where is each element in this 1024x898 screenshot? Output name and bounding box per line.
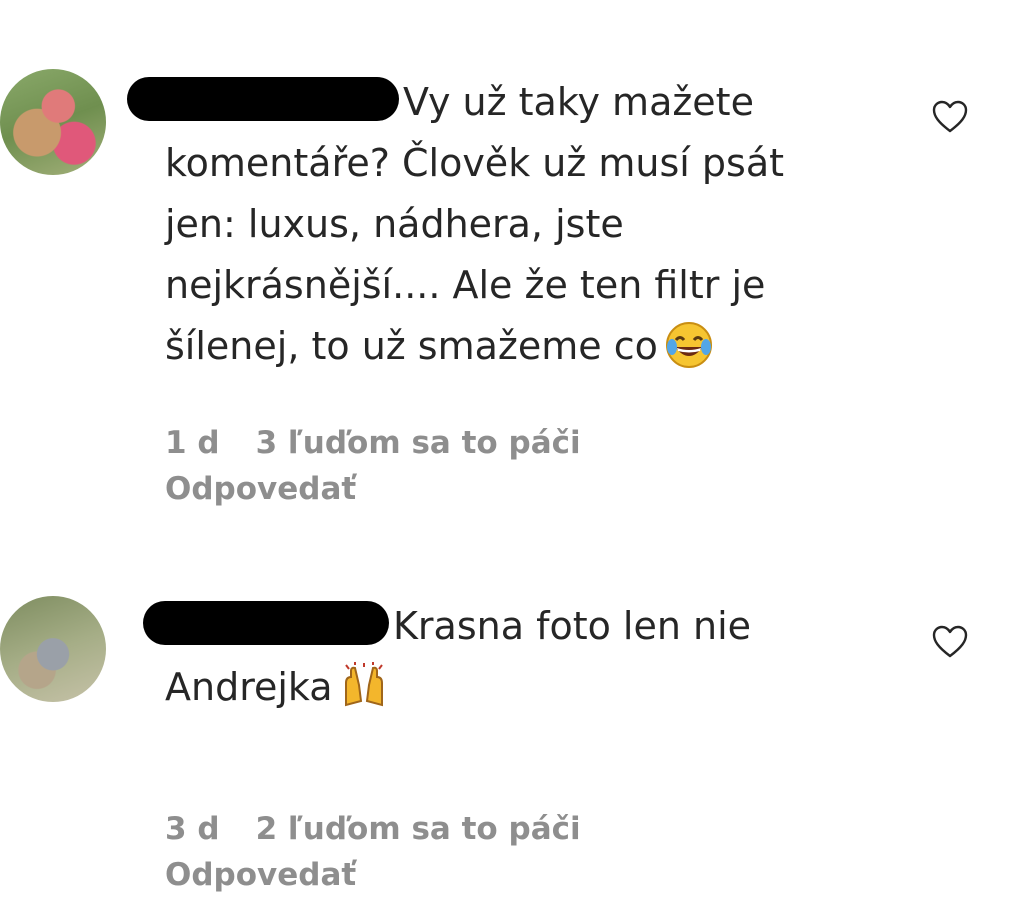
heart-outline-icon[interactable] bbox=[930, 97, 970, 137]
comment-text: Vy už taky mažete komentáře? Člověk už m… bbox=[127, 72, 865, 377]
heart-outline-icon[interactable] bbox=[930, 622, 970, 662]
redacted-username bbox=[127, 76, 399, 121]
comment-meta: 3 d 2 ľuďom sa to páči Odpovedať bbox=[165, 806, 581, 898]
face-with-tears-of-joy-icon bbox=[664, 320, 714, 370]
like-count[interactable]: 3 ľuďom sa to páči bbox=[256, 425, 581, 461]
avatar[interactable] bbox=[0, 596, 106, 702]
comment-time[interactable]: 3 d bbox=[165, 811, 220, 847]
avatar[interactable] bbox=[0, 69, 106, 175]
redacted-username bbox=[143, 600, 389, 645]
comment-body: Krasna foto len nie Andrejka 3 d 2 ľuďom … bbox=[143, 596, 865, 893]
like-count[interactable]: 2 ľuďom sa to páči bbox=[256, 811, 581, 847]
comment: Krasna foto len nie Andrejka 3 d 2 ľuďom … bbox=[0, 560, 1024, 893]
reply-button[interactable]: Odpovedať bbox=[165, 466, 581, 512]
comment-body: Vy už taky mažete komentáře? Člověk už m… bbox=[127, 72, 865, 507]
comment: Vy už taky mažete komentáře? Člověk už m… bbox=[0, 0, 1024, 560]
reply-button[interactable]: Odpovedať bbox=[165, 852, 581, 898]
comment-text: Krasna foto len nie Andrejka bbox=[143, 596, 865, 718]
comment-meta: 1 d 3 ľuďom sa to páči Odpovedať bbox=[165, 420, 581, 512]
raising-hands-icon bbox=[339, 661, 389, 711]
comment-time[interactable]: 1 d bbox=[165, 425, 220, 461]
